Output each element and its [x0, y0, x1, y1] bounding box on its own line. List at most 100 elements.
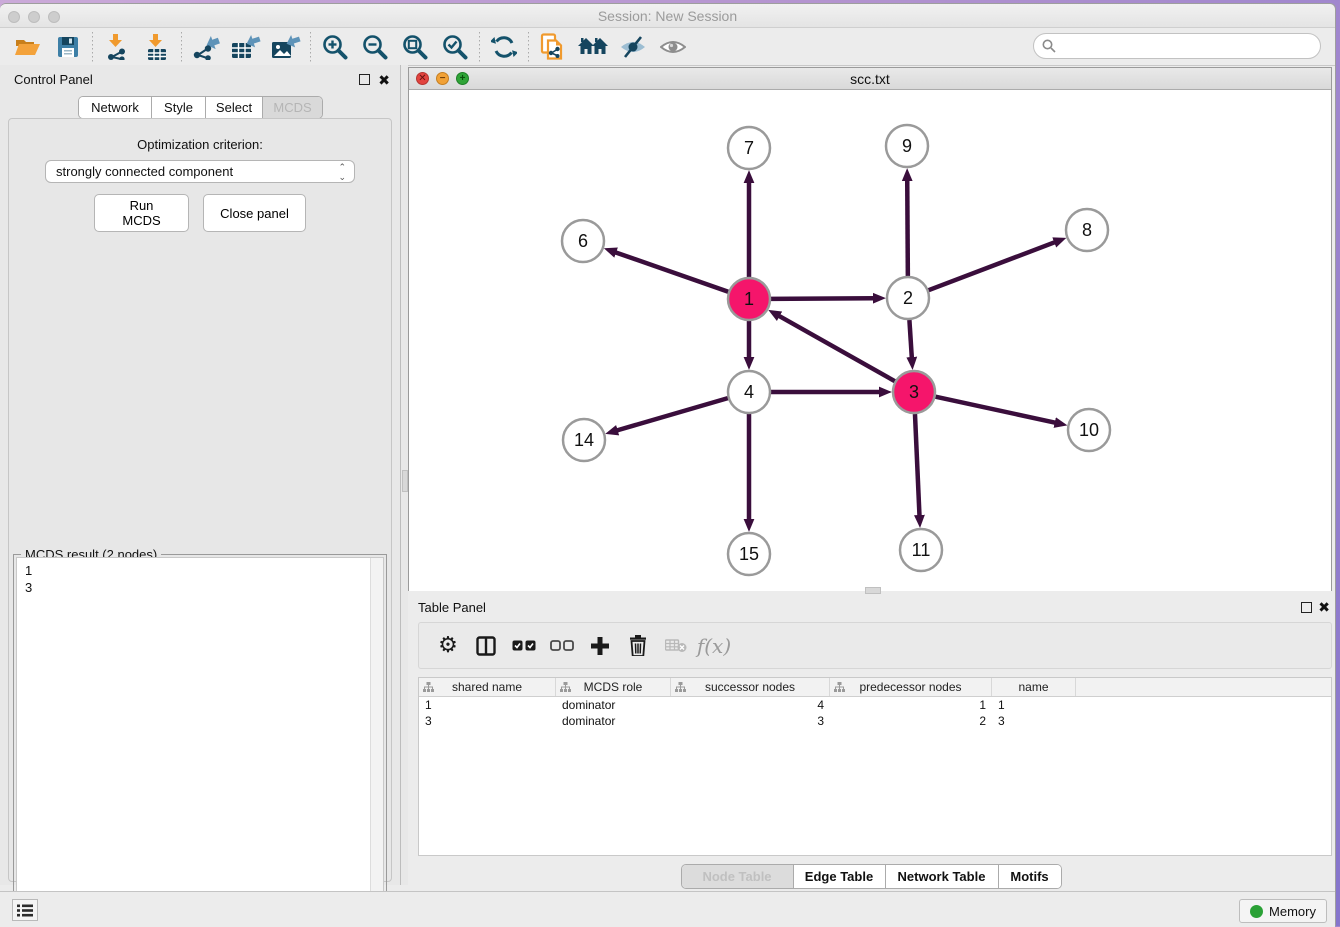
tab-network-table[interactable]: Network Table	[886, 865, 999, 888]
edge-3-11[interactable]	[915, 414, 920, 516]
tab-network[interactable]: Network	[79, 97, 152, 118]
show-eye-icon	[660, 37, 686, 57]
table-cell[interactable]: 1	[830, 697, 992, 713]
mcds-result-textarea[interactable]: 1 3	[16, 557, 384, 916]
export-table-icon	[231, 34, 261, 60]
column-header-MCDS-role[interactable]: MCDS role	[556, 678, 671, 696]
column-header-predecessor-nodes[interactable]: predecessor nodes	[830, 678, 992, 696]
select-all-checkboxes-icon	[512, 640, 536, 651]
export-network-button[interactable]	[186, 31, 226, 63]
column-type-icon	[675, 682, 686, 693]
table-cell[interactable]: dominator	[556, 713, 671, 729]
float-panel-icon[interactable]	[359, 74, 370, 85]
column-header-name[interactable]: name	[992, 678, 1076, 696]
zoom-out-button[interactable]	[355, 31, 395, 63]
close-table-panel-icon[interactable]: ✖	[1318, 599, 1330, 616]
result-scrollbar[interactable]	[370, 558, 383, 915]
split-columns-button[interactable]	[467, 628, 505, 664]
graph-node-label-6: 6	[578, 231, 588, 251]
memory-button[interactable]: Memory	[1239, 899, 1327, 923]
tab-node-table[interactable]: Node Table	[682, 865, 794, 888]
function-icon: f(x)	[697, 634, 731, 658]
save-session-button[interactable]	[48, 31, 88, 63]
task-history-button[interactable]	[12, 899, 38, 921]
table-row[interactable]: 3dominator323	[419, 713, 1331, 729]
table-cell[interactable]: 3	[992, 713, 1076, 729]
table-settings-button[interactable]: ⚙	[429, 628, 467, 664]
mcds-tab-content: Optimization criterion: strongly connect…	[8, 118, 392, 882]
edge-2-8[interactable]	[929, 242, 1056, 290]
edge-4-14[interactable]	[617, 398, 728, 430]
column-header-label: predecessor nodes	[859, 680, 961, 694]
add-column-button[interactable]	[581, 628, 619, 664]
tab-motifs[interactable]: Motifs	[999, 865, 1061, 888]
mcds-result-group: MCDS result (2 nodes) 1 3	[13, 547, 387, 919]
select-all-columns-button[interactable]	[505, 628, 543, 664]
hide-eye-icon	[620, 36, 646, 58]
apply-layout-button[interactable]	[484, 31, 524, 63]
edge-3-1[interactable]	[779, 316, 895, 382]
criterion-dropdown[interactable]: strongly connected component ⌃⌄	[45, 160, 355, 183]
tab-mcds[interactable]: MCDS	[263, 97, 322, 118]
control-panel: Control Panel ✖ NetworkStyleSelectMCDS O…	[0, 65, 400, 885]
open-file-button[interactable]	[8, 31, 48, 63]
zoom-in-button[interactable]	[315, 31, 355, 63]
zoom-in-icon	[322, 34, 348, 60]
close-panel-icon[interactable]: ✖	[378, 72, 390, 89]
delete-table-button[interactable]	[657, 628, 695, 664]
horizontal-splitter-handle[interactable]	[865, 587, 881, 594]
graph-node-label-11: 11	[912, 540, 931, 560]
edge-1-2[interactable]	[771, 298, 874, 299]
table-cell[interactable]: 3	[419, 713, 556, 729]
edge-1-6[interactable]	[615, 252, 728, 292]
houses-button[interactable]	[573, 31, 613, 63]
import-table-button[interactable]	[137, 31, 177, 63]
mcds-result-text: 1 3	[17, 558, 383, 596]
titlebar: Session: New Session	[0, 4, 1335, 28]
column-header-label: name	[1018, 680, 1048, 694]
export-table-button[interactable]	[226, 31, 266, 63]
network-window-titlebar[interactable]: ✕ − + scc.txt	[409, 68, 1331, 90]
column-header-shared-name[interactable]: shared name	[419, 678, 556, 696]
edge-3-10[interactable]	[935, 397, 1055, 423]
close-panel-button[interactable]: Close panel	[203, 194, 306, 232]
table-cell[interactable]: dominator	[556, 697, 671, 713]
column-header-successor-nodes[interactable]: successor nodes	[671, 678, 830, 696]
window-title: Session: New Session	[0, 8, 1335, 24]
dropdown-arrows-icon: ⌃⌄	[338, 162, 346, 182]
control-panel-tabs: NetworkStyleSelectMCDS	[78, 96, 323, 119]
apply-function-button[interactable]: f(x)	[695, 628, 733, 664]
edge-2-3[interactable]	[909, 320, 911, 358]
table-header-row: shared nameMCDS rolesuccessor nodes prede…	[419, 678, 1331, 697]
table-cell[interactable]: 1	[419, 697, 556, 713]
trash-icon	[629, 635, 647, 656]
vertical-splitter[interactable]	[400, 65, 408, 885]
table-cell[interactable]: 2	[830, 713, 992, 729]
node-table[interactable]: shared nameMCDS rolesuccessor nodes prede…	[418, 677, 1332, 856]
table-cell[interactable]: 1	[992, 697, 1076, 713]
import-network-button[interactable]	[97, 31, 137, 63]
float-table-panel-icon[interactable]	[1301, 602, 1312, 613]
network-canvas[interactable]: 1234678910111415	[409, 90, 1331, 591]
tab-style[interactable]: Style	[152, 97, 206, 118]
edge-2-9[interactable]	[907, 180, 908, 276]
export-image-button[interactable]	[266, 31, 306, 63]
run-mcds-button[interactable]: Run MCDS	[94, 194, 189, 232]
hide-eye-button[interactable]	[613, 31, 653, 63]
graph-node-label-15: 15	[739, 544, 759, 564]
network-graph: 1234678910111415	[409, 90, 1331, 591]
delete-column-button[interactable]	[619, 628, 657, 664]
clone-network-button[interactable]	[533, 31, 573, 63]
tab-edge-table[interactable]: Edge Table	[794, 865, 886, 888]
graph-node-label-1: 1	[744, 289, 754, 309]
tab-select[interactable]: Select	[206, 97, 263, 118]
deselect-all-columns-button[interactable]	[543, 628, 581, 664]
table-cell[interactable]: 4	[671, 697, 830, 713]
table-row[interactable]: 1dominator411	[419, 697, 1331, 713]
search-input[interactable]	[1033, 33, 1321, 59]
zoom-selected-button[interactable]	[435, 31, 475, 63]
table-body: 1dominator4113dominator323	[419, 697, 1331, 729]
table-cell[interactable]: 3	[671, 713, 830, 729]
show-eye-button[interactable]	[653, 31, 693, 63]
fit-content-button[interactable]	[395, 31, 435, 63]
